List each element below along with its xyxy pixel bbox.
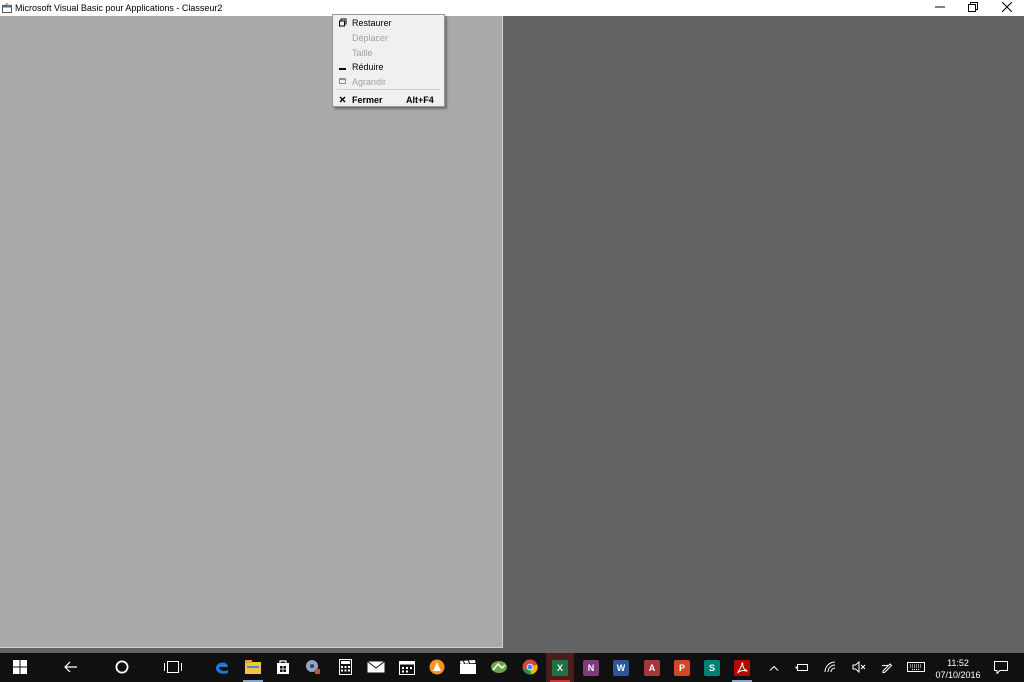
cortana-button[interactable] — [109, 656, 135, 680]
notification-icon — [994, 660, 1008, 676]
restore-icon — [968, 2, 978, 14]
start-icon — [13, 660, 27, 676]
taskbar-app-photos[interactable] — [486, 656, 512, 680]
vlc-icon — [429, 659, 445, 677]
menu-item-close[interactable]: Fermer Alt+F4 — [333, 93, 444, 107]
taskbar-app-store[interactable] — [270, 656, 296, 680]
menu-item-minimize[interactable]: Réduire — [333, 60, 444, 74]
calendar-icon — [399, 659, 415, 677]
volume-indicator[interactable] — [851, 660, 867, 675]
menu-item-size: Taille — [333, 46, 444, 60]
menu-separator — [337, 89, 440, 90]
taskbar: X N W A P S 11:52 07/10/2016 — [0, 653, 1024, 682]
system-menu: Restaurer Déplacer Taille Réduire Agrand… — [332, 14, 445, 107]
battery-icon — [795, 663, 809, 674]
menu-item-label: Réduire — [352, 62, 384, 72]
sway-icon: S — [704, 660, 720, 676]
battery-indicator[interactable] — [794, 661, 810, 675]
clock[interactable]: 11:52 07/10/2016 — [930, 657, 986, 681]
menu-item-label: Déplacer — [352, 33, 389, 43]
taskbar-app-media-player[interactable] — [300, 656, 326, 680]
acrobat-icon — [734, 660, 750, 676]
menu-item-label: Restaurer — [352, 18, 392, 28]
clock-date: 07/10/2016 — [935, 670, 981, 680]
menu-item-restore[interactable]: Restaurer — [333, 16, 444, 30]
volume-muted-icon — [852, 660, 866, 675]
restore-button[interactable] — [957, 0, 989, 16]
file-explorer-icon — [245, 660, 261, 676]
media-player-icon — [305, 659, 321, 677]
title-bar[interactable]: Microsoft Visual Basic pour Applications… — [0, 0, 1024, 16]
taskbar-app-vlc[interactable] — [424, 656, 450, 680]
taskbar-app-onenote[interactable]: N — [578, 656, 604, 680]
task-view-icon — [164, 661, 182, 675]
menu-item-shortcut: Alt+F4 — [406, 95, 434, 105]
taskbar-app-word[interactable]: W — [608, 656, 634, 680]
action-center-button[interactable] — [993, 660, 1009, 676]
window-title: Microsoft Visual Basic pour Applications… — [15, 3, 223, 13]
taskbar-app-movies[interactable] — [455, 656, 481, 680]
taskbar-app-calendar[interactable] — [394, 656, 420, 680]
back-icon — [64, 661, 78, 675]
touch-keyboard-button[interactable] — [906, 661, 926, 675]
taskbar-app-acrobat[interactable] — [729, 656, 755, 682]
mdi-workspace — [504, 16, 1024, 653]
wifi-icon — [824, 661, 838, 675]
menu-item-label: Fermer — [352, 95, 383, 105]
taskbar-app-access[interactable]: A — [639, 656, 665, 680]
close-icon — [1001, 1, 1013, 14]
taskbar-app-excel[interactable]: X — [546, 653, 574, 682]
taskbar-app-powerpoint[interactable]: P — [669, 656, 695, 680]
movies-icon — [460, 660, 476, 676]
edge-icon — [214, 659, 230, 677]
menu-item-label: Agrandir — [352, 77, 387, 87]
menu-item-maximize: Agrandir — [333, 75, 444, 89]
taskbar-app-mail[interactable] — [363, 656, 389, 680]
vba-app-icon[interactable] — [2, 3, 13, 13]
maximize-icon — [339, 77, 347, 86]
calculator-icon — [338, 659, 352, 677]
start-button[interactable] — [7, 656, 33, 680]
minimize-button[interactable] — [924, 0, 956, 16]
close-button[interactable] — [991, 0, 1023, 16]
menu-item-move: Déplacer — [333, 31, 444, 45]
child-window[interactable] — [0, 16, 503, 648]
excel-icon: X — [552, 659, 568, 676]
onenote-icon: N — [583, 660, 599, 676]
access-icon: A — [644, 660, 660, 676]
cortana-icon — [115, 660, 129, 676]
network-indicator[interactable] — [823, 661, 839, 675]
restore-icon — [339, 18, 347, 27]
mail-icon — [367, 661, 385, 675]
photos-icon — [490, 659, 508, 677]
taskbar-app-chrome[interactable] — [517, 656, 543, 680]
pen-icon — [881, 661, 893, 675]
minimize-icon — [935, 2, 945, 14]
minimize-icon — [339, 62, 347, 71]
task-view-button[interactable] — [160, 656, 186, 680]
store-icon — [276, 659, 290, 677]
chrome-icon — [522, 659, 538, 677]
taskbar-app-file-explorer[interactable] — [240, 656, 266, 682]
word-icon: W — [613, 660, 629, 676]
pen-workspace-button[interactable] — [879, 661, 895, 675]
taskbar-app-calculator[interactable] — [332, 656, 358, 680]
close-icon — [339, 95, 347, 104]
powerpoint-icon: P — [674, 660, 690, 676]
keyboard-icon — [907, 662, 925, 674]
taskbar-app-sway[interactable]: S — [699, 656, 725, 680]
taskbar-app-edge[interactable] — [209, 656, 235, 680]
show-hidden-icons-button[interactable] — [766, 661, 782, 675]
clock-time: 11:52 — [947, 658, 969, 668]
menu-item-label: Taille — [352, 48, 373, 58]
chevron-up-icon — [769, 663, 779, 673]
back-button[interactable] — [58, 656, 84, 680]
